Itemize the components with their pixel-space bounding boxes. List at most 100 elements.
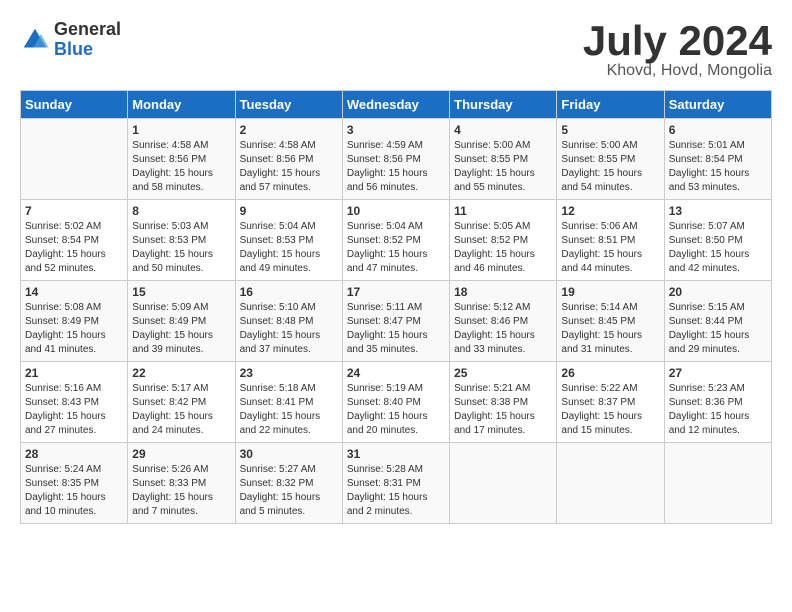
day-info: Sunrise: 5:09 AM Sunset: 8:49 PM Dayligh… [132,301,230,357]
calendar-cell: 6Sunrise: 5:01 AM Sunset: 8:54 PM Daylig… [664,119,771,200]
calendar-cell: 3 Sunrise: 4:59 AM Sunset: 8:56 PM Daylig… [342,119,449,200]
calendar-cell: 25Sunrise: 5:21 AM Sunset: 8:38 PM Dayli… [450,362,557,443]
day-number: 24 [347,366,445,380]
day-info: Sunrise: 5:04 AM Sunset: 8:53 PM Dayligh… [240,220,338,276]
logo-text: General Blue [54,20,121,60]
calendar-cell: 30 Sunrise: 5:27 AM Sunset: 8:32 PM Dayli… [235,443,342,524]
day-number: 16 [240,285,338,299]
logo-blue-text: Blue [54,40,121,60]
day-number: 9 [240,204,338,218]
day-number: 7 [25,204,123,218]
day-info: Sunrise: 5:27 AM Sunset: 8:32 PM Dayligh… [240,463,338,519]
day-info: Sunrise: 5:28 AM Sunset: 8:31 PM Dayligh… [347,463,445,519]
calendar-cell: 20 Sunrise: 5:15 AM Sunset: 8:44 PM Dayli… [664,281,771,362]
header-cell-sunday: Sunday [21,91,128,119]
calendar-week-3: 21Sunrise: 5:16 AM Sunset: 8:43 PM Dayli… [21,362,772,443]
day-number: 3 [347,123,445,137]
calendar-cell: 11Sunrise: 5:05 AM Sunset: 8:52 PM Dayli… [450,200,557,281]
day-info: Sunrise: 5:10 AM Sunset: 8:48 PM Dayligh… [240,301,338,357]
day-number: 29 [132,447,230,461]
day-number: 15 [132,285,230,299]
calendar-week-2: 14Sunrise: 5:08 AM Sunset: 8:49 PM Dayli… [21,281,772,362]
day-info: Sunrise: 5:24 AM Sunset: 8:35 PM Dayligh… [25,463,123,519]
calendar-cell: 9 Sunrise: 5:04 AM Sunset: 8:53 PM Daylig… [235,200,342,281]
calendar-cell: 1 Sunrise: 4:58 AM Sunset: 8:56 PM Daylig… [128,119,235,200]
title-block: July 2024 Khovd, Hovd, Mongolia [583,20,772,80]
day-number: 2 [240,123,338,137]
day-number: 23 [240,366,338,380]
calendar-cell: 5 Sunrise: 5:00 AM Sunset: 8:55 PM Daylig… [557,119,664,200]
day-number: 26 [561,366,659,380]
day-info: Sunrise: 5:17 AM Sunset: 8:42 PM Dayligh… [132,382,230,438]
day-number: 1 [132,123,230,137]
day-info: Sunrise: 5:00 AM Sunset: 8:55 PM Dayligh… [454,139,552,195]
header-cell-monday: Monday [128,91,235,119]
calendar-cell [664,443,771,524]
calendar-cell: 28 Sunrise: 5:24 AM Sunset: 8:35 PM Dayli… [21,443,128,524]
day-number: 19 [561,285,659,299]
location-subtitle: Khovd, Hovd, Mongolia [583,62,772,80]
day-number: 28 [25,447,123,461]
calendar-week-1: 7 Sunrise: 5:02 AM Sunset: 8:54 PM Daylig… [21,200,772,281]
day-info: Sunrise: 5:04 AM Sunset: 8:52 PM Dayligh… [347,220,445,276]
header-cell-thursday: Thursday [450,91,557,119]
calendar-table: SundayMondayTuesdayWednesdayThursdayFrid… [20,90,772,524]
day-number: 8 [132,204,230,218]
calendar-cell: 18Sunrise: 5:12 AM Sunset: 8:46 PM Dayli… [450,281,557,362]
day-number: 13 [669,204,767,218]
calendar-cell: 31 Sunrise: 5:28 AM Sunset: 8:31 PM Dayli… [342,443,449,524]
calendar-cell: 29 Sunrise: 5:26 AM Sunset: 8:33 PM Dayli… [128,443,235,524]
day-info: Sunrise: 5:12 AM Sunset: 8:46 PM Dayligh… [454,301,552,357]
calendar-cell: 2Sunrise: 4:58 AM Sunset: 8:56 PM Daylig… [235,119,342,200]
day-info: Sunrise: 5:03 AM Sunset: 8:53 PM Dayligh… [132,220,230,276]
calendar-body: 1 Sunrise: 4:58 AM Sunset: 8:56 PM Daylig… [21,119,772,524]
day-info: Sunrise: 5:08 AM Sunset: 8:49 PM Dayligh… [25,301,123,357]
day-number: 21 [25,366,123,380]
day-number: 5 [561,123,659,137]
header-cell-wednesday: Wednesday [342,91,449,119]
calendar-cell: 13Sunrise: 5:07 AM Sunset: 8:50 PM Dayli… [664,200,771,281]
page-header: General Blue July 2024 Khovd, Hovd, Mong… [20,20,772,80]
day-info: Sunrise: 4:58 AM Sunset: 8:56 PM Dayligh… [132,139,230,195]
day-number: 22 [132,366,230,380]
day-number: 12 [561,204,659,218]
calendar-cell: 7 Sunrise: 5:02 AM Sunset: 8:54 PM Daylig… [21,200,128,281]
calendar-cell: 10 Sunrise: 5:04 AM Sunset: 8:52 PM Dayli… [342,200,449,281]
day-number: 30 [240,447,338,461]
calendar-cell: 22 Sunrise: 5:17 AM Sunset: 8:42 PM Dayli… [128,362,235,443]
day-info: Sunrise: 5:06 AM Sunset: 8:51 PM Dayligh… [561,220,659,276]
day-info: Sunrise: 5:26 AM Sunset: 8:33 PM Dayligh… [132,463,230,519]
calendar-week-4: 28 Sunrise: 5:24 AM Sunset: 8:35 PM Dayli… [21,443,772,524]
day-number: 31 [347,447,445,461]
day-number: 4 [454,123,552,137]
day-number: 20 [669,285,767,299]
calendar-cell: 26Sunrise: 5:22 AM Sunset: 8:37 PM Dayli… [557,362,664,443]
day-info: Sunrise: 4:59 AM Sunset: 8:56 PM Dayligh… [347,139,445,195]
calendar-cell: 17 Sunrise: 5:11 AM Sunset: 8:47 PM Dayli… [342,281,449,362]
day-number: 10 [347,204,445,218]
header-cell-tuesday: Tuesday [235,91,342,119]
day-number: 17 [347,285,445,299]
calendar-cell: 15 Sunrise: 5:09 AM Sunset: 8:49 PM Dayli… [128,281,235,362]
day-info: Sunrise: 5:18 AM Sunset: 8:41 PM Dayligh… [240,382,338,438]
logo-icon [20,25,50,55]
logo-general-text: General [54,20,121,40]
header-cell-saturday: Saturday [664,91,771,119]
day-number: 6 [669,123,767,137]
main-title: July 2024 [583,20,772,62]
day-info: Sunrise: 5:14 AM Sunset: 8:45 PM Dayligh… [561,301,659,357]
calendar-cell: 19 Sunrise: 5:14 AM Sunset: 8:45 PM Dayli… [557,281,664,362]
calendar-cell [450,443,557,524]
calendar-header: SundayMondayTuesdayWednesdayThursdayFrid… [21,91,772,119]
day-info: Sunrise: 5:19 AM Sunset: 8:40 PM Dayligh… [347,382,445,438]
day-number: 11 [454,204,552,218]
day-number: 27 [669,366,767,380]
logo: General Blue [20,20,121,60]
day-info: Sunrise: 5:21 AM Sunset: 8:38 PM Dayligh… [454,382,552,438]
day-info: Sunrise: 5:15 AM Sunset: 8:44 PM Dayligh… [669,301,767,357]
calendar-cell: 8 Sunrise: 5:03 AM Sunset: 8:53 PM Daylig… [128,200,235,281]
day-info: Sunrise: 5:00 AM Sunset: 8:55 PM Dayligh… [561,139,659,195]
calendar-cell: 12 Sunrise: 5:06 AM Sunset: 8:51 PM Dayli… [557,200,664,281]
day-info: Sunrise: 5:02 AM Sunset: 8:54 PM Dayligh… [25,220,123,276]
day-info: Sunrise: 5:11 AM Sunset: 8:47 PM Dayligh… [347,301,445,357]
